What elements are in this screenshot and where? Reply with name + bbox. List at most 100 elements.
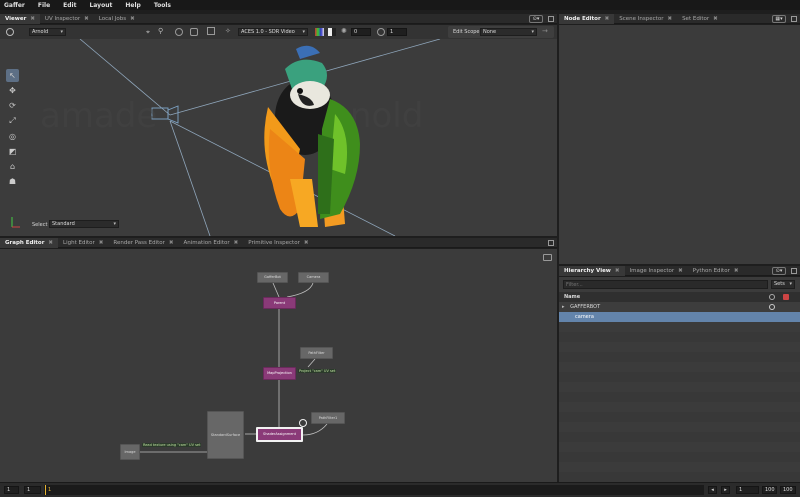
menu-gaffer[interactable]: Gaffer	[4, 2, 25, 9]
renderer-dropdown[interactable]: Arnold ▾	[29, 28, 66, 36]
select-mode-dropdown[interactable]: Standard ▾	[49, 220, 119, 228]
gamma-field[interactable]: 1	[387, 28, 407, 36]
camera-icon[interactable]: ⌖	[146, 28, 150, 37]
timeline-range-end-field[interactable]: 100	[780, 486, 796, 494]
node-shaderassignment[interactable]: ShaderAssignment	[256, 427, 303, 442]
node-pathfilter1[interactable]: PathFilter1	[311, 412, 345, 424]
tab-image-inspector[interactable]: Image Inspector ✖	[625, 266, 688, 276]
channel-icon[interactable]	[315, 28, 324, 36]
graph-tabbar: Graph Editor ✖ Light Editor ✖ Render Pass …	[0, 237, 557, 248]
select-tool-icon[interactable]: ↖	[6, 69, 19, 82]
tab-light-editor[interactable]: Light Editor ✖	[58, 238, 108, 248]
expand-arrow-icon[interactable]: ▸	[562, 304, 565, 310]
exposure-field[interactable]: 0	[351, 28, 371, 36]
close-icon[interactable]: ✖	[304, 240, 309, 246]
timeline-slider[interactable]: 1	[44, 485, 704, 495]
menu-help[interactable]: Help	[125, 2, 140, 9]
soloing-icon[interactable]	[328, 28, 336, 36]
timeline-current-frame-field[interactable]: 1	[736, 486, 759, 494]
panel-expand-icon[interactable]	[548, 16, 554, 22]
crop-window-tool-icon[interactable]: ⌂	[6, 160, 19, 173]
edit-scope-label: Edit Scope	[453, 29, 480, 35]
layout-menu-icon[interactable]: ⊙▾	[772, 267, 786, 275]
rotate-tool-icon[interactable]: ⟳	[6, 99, 19, 112]
sets-dropdown[interactable]: Sets ▾	[771, 280, 795, 289]
scale-tool-icon[interactable]: ⤢	[6, 114, 19, 127]
tab-node-editor[interactable]: Node Editor ✖	[559, 13, 615, 24]
visibility-column-icon[interactable]	[769, 294, 775, 300]
tab-uv-inspector[interactable]: UV Inspector ✖	[40, 14, 94, 24]
node-camera[interactable]: Camera	[298, 272, 329, 283]
node-pathfilter[interactable]: PathFilter	[300, 347, 333, 359]
node-image[interactable]: Image	[120, 444, 140, 460]
pause-render-icon[interactable]	[6, 28, 14, 36]
close-icon[interactable]: ✖	[734, 268, 739, 274]
translate-tool-icon[interactable]: ✥	[6, 84, 19, 97]
tab-render-pass-editor[interactable]: Render Pass Editor ✖	[108, 238, 178, 248]
panel-expand-icon[interactable]	[548, 240, 554, 246]
bike-icon[interactable]: ⚲	[158, 27, 163, 35]
visibility-icon[interactable]	[769, 304, 775, 310]
close-icon[interactable]: ✖	[234, 240, 239, 246]
tab-python-editor[interactable]: Python Editor ✖	[688, 266, 744, 276]
close-icon[interactable]: ✖	[48, 240, 53, 246]
arrow-right-icon[interactable]: →	[542, 27, 548, 35]
layout-menu-icon[interactable]: ⊙▾	[529, 15, 543, 23]
tab-viewer[interactable]: Viewer ✖	[0, 13, 40, 24]
timeline-end-field[interactable]: 100	[762, 486, 777, 494]
timeline-current-start-field[interactable]: 1	[24, 486, 41, 494]
graph-editor[interactable]: GafferBot Camera Parent PathFilter MapPr…	[0, 249, 557, 482]
snapshot-icon[interactable]	[207, 27, 215, 35]
prev-frame-icon[interactable]: ◂	[708, 486, 717, 494]
edit-scope-dropdown[interactable]: None ▾	[480, 28, 537, 36]
camera-tool-icon[interactable]: ◎	[6, 130, 19, 143]
timeline-playhead[interactable]	[45, 485, 46, 495]
tab-hierarchy-view[interactable]: Hierarchy View ✖	[559, 265, 625, 276]
tab-local-jobs[interactable]: Local Jobs ✖	[94, 14, 140, 24]
hierarchy-filter-input[interactable]	[563, 280, 768, 289]
tab-set-editor[interactable]: Set Editor ✖	[677, 14, 723, 24]
viewport[interactable]: amade nold ↖ ✥ ⟳ ⤢ ◎ ◩ ⌂ ☗ Select Standa…	[0, 39, 557, 236]
close-icon[interactable]: ✖	[605, 16, 610, 22]
close-icon[interactable]: ✖	[30, 16, 35, 22]
tab-primitive-inspector[interactable]: Primitive Inspector ✖	[243, 238, 313, 248]
next-frame-icon[interactable]: ▸	[721, 486, 730, 494]
tab-graph-editor[interactable]: Graph Editor ✖	[0, 237, 59, 248]
close-icon[interactable]: ✖	[615, 268, 620, 274]
light-tool-icon[interactable]: ◩	[6, 145, 19, 158]
menu-edit[interactable]: Edit	[63, 2, 76, 9]
exposure-icon[interactable]: ✺	[341, 27, 347, 35]
tab-scene-inspector[interactable]: Scene Inspector ✖	[614, 14, 677, 24]
menu-file[interactable]: File	[38, 2, 50, 9]
panel-expand-icon[interactable]	[791, 268, 797, 274]
node-standardsurface[interactable]: StandardSurface	[207, 411, 244, 459]
close-icon[interactable]: ✖	[678, 268, 683, 274]
menu-layout[interactable]: Layout	[89, 2, 112, 9]
select-mode-label: Select	[32, 222, 48, 228]
gamma-icon[interactable]	[377, 28, 385, 36]
layout-menu-icon[interactable]: ▦▾	[772, 15, 786, 23]
hierarchy-row-gafferbot[interactable]: ▸ GAFFERBOT	[559, 302, 800, 312]
node-gafferbot[interactable]: GafferBot	[257, 272, 288, 283]
grid-icon[interactable]	[190, 28, 198, 36]
panel-expand-icon[interactable]	[791, 16, 797, 22]
close-icon[interactable]: ✖	[99, 240, 104, 246]
node-editor-panel	[559, 25, 800, 264]
tab-animation-editor[interactable]: Animation Editor ✖	[179, 238, 244, 248]
node-mapprojection[interactable]: MapProjection	[263, 367, 296, 380]
display-transform-dropdown[interactable]: ACES 1.0 - SDR Video ▾	[238, 28, 308, 36]
close-icon[interactable]: ✖	[169, 240, 174, 246]
tweak-icon[interactable]: ✧	[225, 27, 231, 35]
spotlight-tool-icon[interactable]: ☗	[6, 175, 19, 188]
close-icon[interactable]: ✖	[84, 16, 89, 22]
close-icon[interactable]: ✖	[667, 16, 672, 22]
shading-icon[interactable]	[175, 28, 183, 36]
hierarchy-row-camera[interactable]: camera	[559, 312, 800, 322]
timeline-start-field[interactable]: 1	[4, 486, 19, 494]
menu-tools[interactable]: Tools	[154, 2, 171, 9]
close-icon[interactable]: ✖	[713, 16, 718, 22]
node-parent[interactable]: Parent	[263, 297, 296, 309]
inclusion-column-icon[interactable]	[783, 294, 789, 300]
column-name[interactable]: Name	[564, 294, 580, 300]
close-icon[interactable]: ✖	[130, 16, 135, 22]
